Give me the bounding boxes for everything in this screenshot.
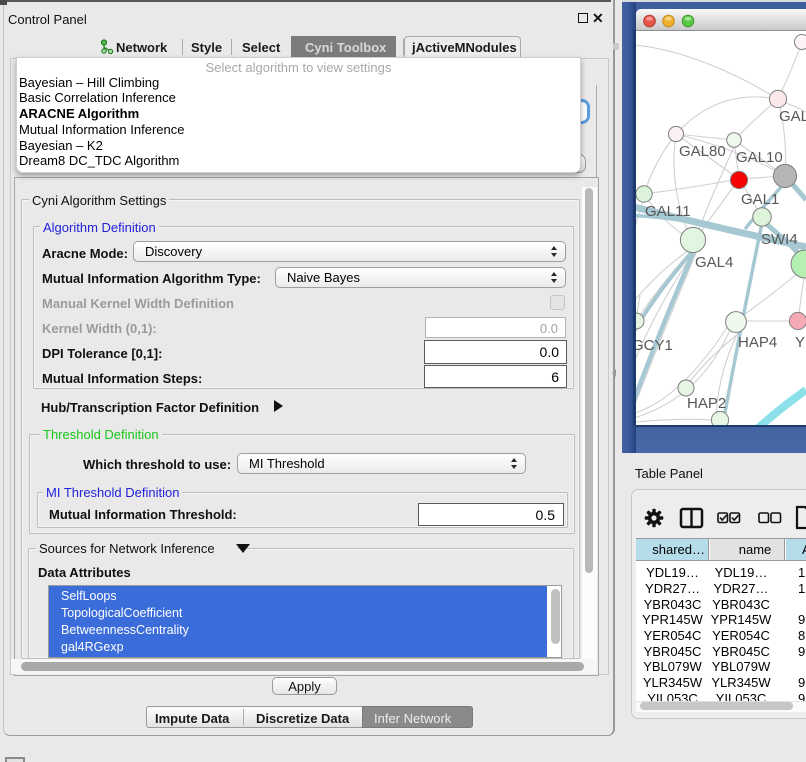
svg-text:GAL1: GAL1 bbox=[741, 191, 779, 208]
svg-text:GAL80: GAL80 bbox=[679, 143, 726, 160]
svg-text:HAP4: HAP4 bbox=[738, 334, 777, 351]
svg-text:SWI4: SWI4 bbox=[761, 231, 798, 248]
svg-text:GAL2: GAL2 bbox=[779, 108, 806, 125]
svg-text:GAL4: GAL4 bbox=[695, 254, 733, 271]
svg-text:YB: YB bbox=[795, 334, 806, 351]
svg-text:HAP2: HAP2 bbox=[687, 395, 726, 412]
svg-text:GAL11: GAL11 bbox=[645, 203, 691, 220]
svg-text:GCY1: GCY1 bbox=[636, 337, 673, 354]
svg-text:GAL10: GAL10 bbox=[736, 149, 783, 166]
